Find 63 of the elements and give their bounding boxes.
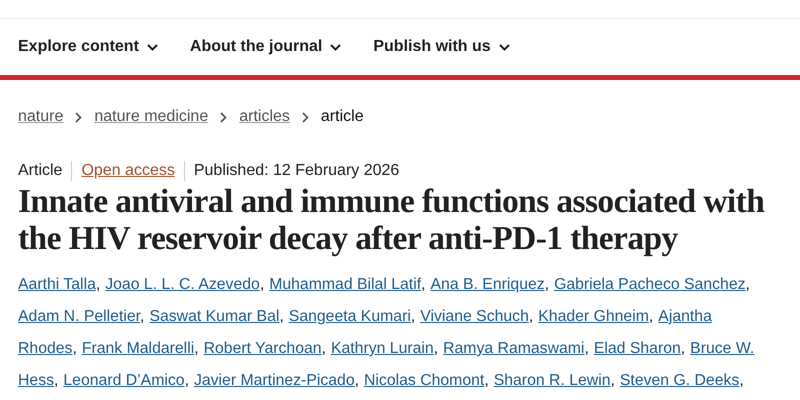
article-title: Innate antiviral and immune functions associated with the HIV reservoir decay after anti-PD-1 therapy: [17, 183, 766, 257]
breadcrumb-current: article: [320, 108, 364, 126]
separator: ,: [410, 308, 416, 325]
author-link[interactable]: Saswat Kumar Bal: [149, 308, 280, 325]
separator: ,: [680, 340, 686, 357]
author-link[interactable]: Rhodes: [18, 340, 72, 357]
chevron-down-icon: [498, 44, 510, 50]
author-link[interactable]: Khader Ghneim: [538, 308, 649, 325]
chevron-down-icon: [330, 44, 342, 50]
separator: ,: [544, 276, 550, 293]
separator: ,: [648, 308, 654, 325]
separator: ,: [746, 276, 750, 293]
chevron-right-icon: [220, 112, 228, 122]
separator: ,: [584, 340, 589, 357]
author-link[interactable]: Bruce W.: [690, 340, 754, 357]
author-link[interactable]: Robert Yarchoan: [204, 340, 322, 357]
separator: ,: [322, 340, 326, 357]
separator: ,: [54, 372, 58, 389]
separator: ,: [279, 308, 284, 325]
nav-menu-button[interactable]: About the journal: [190, 38, 342, 56]
author-link[interactable]: Frank Maldarelli: [82, 340, 194, 357]
chevron-right-icon: [75, 112, 82, 122]
chevron-right-icon: [302, 112, 309, 122]
article-meta-text: Article: [18, 161, 64, 181]
author-link[interactable]: Nicolas Chomont: [364, 372, 484, 389]
chevron-down-icon: [146, 44, 158, 50]
author-link[interactable]: Kathryn Lurain: [330, 340, 434, 357]
author-link[interactable]: Sharon R. Lewin: [494, 372, 610, 389]
author-link[interactable]: Ajantha: [658, 308, 712, 325]
breadcrumb-link[interactable]: articles: [239, 108, 290, 126]
author-link[interactable]: Steven G. Deeks: [620, 372, 740, 389]
article-meta-text: Published: 12 February 2026: [184, 161, 408, 181]
separator: ,: [260, 276, 264, 293]
separator: ,: [354, 372, 360, 389]
author-link[interactable]: Ramya Ramaswami: [443, 340, 584, 357]
nav-menu-button[interactable]: Explore content: [18, 38, 158, 56]
separator: ,: [610, 372, 615, 389]
separator: ,: [484, 372, 489, 389]
author-link[interactable]: Javier Martinez-Picado: [194, 372, 355, 389]
author-link[interactable]: Viviane Schuch: [420, 308, 529, 325]
nav-menu-button[interactable]: Publish with us: [373, 38, 510, 56]
author-link[interactable]: Ana B. Enriquez: [430, 276, 545, 293]
author-link[interactable]: Gabriela Pacheco Sanchez: [554, 276, 746, 293]
separator: ,: [140, 308, 144, 325]
author-link[interactable]: Hess: [18, 372, 54, 389]
author-link[interactable]: Muhammad Bilal Latif: [269, 276, 422, 293]
open-access-link[interactable]: Open access: [71, 161, 184, 181]
author-link[interactable]: Leonard D’Amico: [63, 372, 185, 389]
separator: ,: [739, 372, 744, 389]
separator: ,: [528, 308, 534, 325]
separator: ,: [96, 276, 100, 293]
separator: ,: [421, 276, 426, 293]
author-link[interactable]: Sangeeta Kumari: [288, 308, 411, 325]
author-link[interactable]: Aarthi Talla: [18, 276, 96, 293]
breadcrumb-link[interactable]: nature: [18, 108, 64, 126]
separator: ,: [184, 372, 189, 389]
author-link[interactable]: Adam N. Pelletier: [18, 308, 140, 325]
author-link[interactable]: Elad Sharon: [594, 340, 681, 357]
breadcrumb-link[interactable]: nature medicine: [94, 108, 208, 126]
separator: ,: [194, 340, 199, 357]
separator: ,: [434, 340, 438, 357]
author-link[interactable]: Joao L. L. C. Azevedo: [105, 276, 260, 293]
separator: ,: [72, 340, 77, 357]
